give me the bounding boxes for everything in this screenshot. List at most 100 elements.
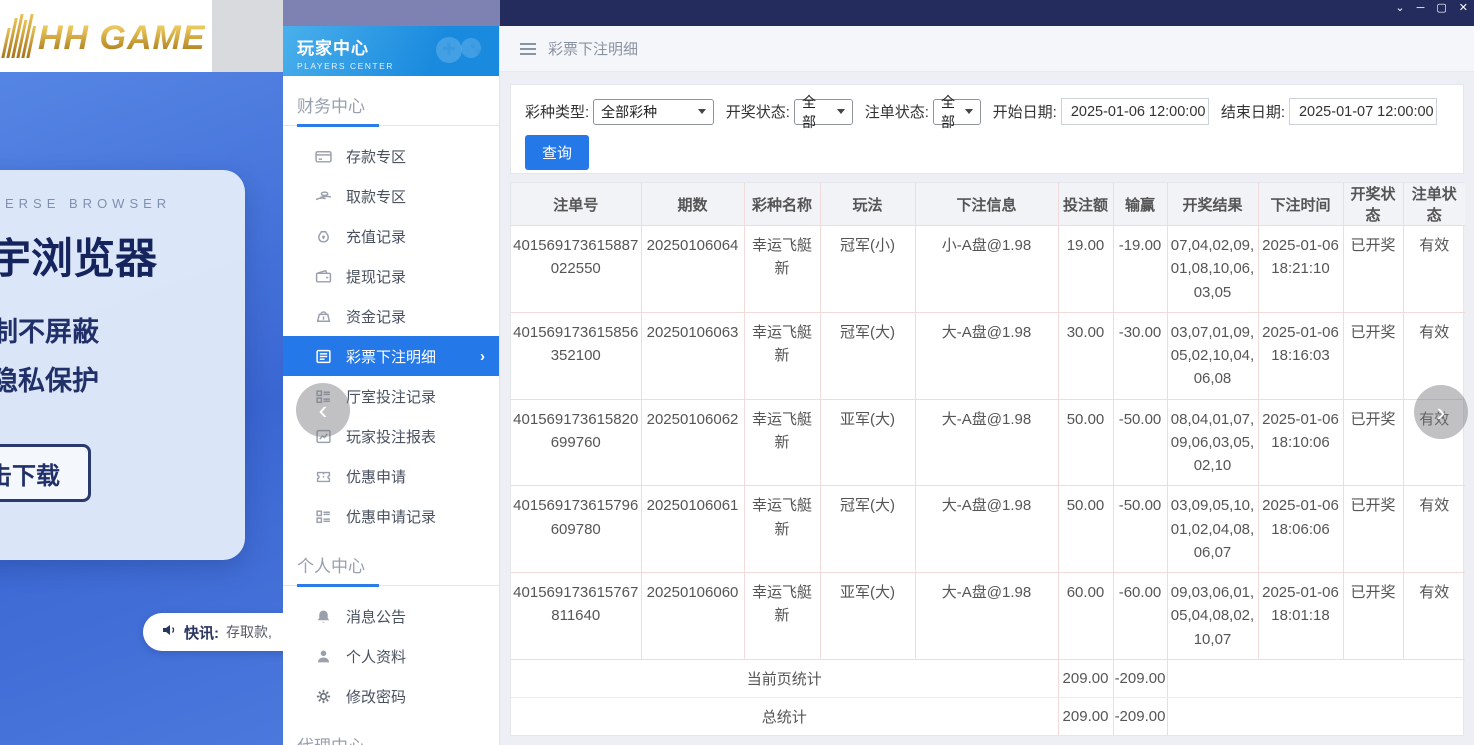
cell-bet-time: 2025-01-06 18:06:06 (1258, 486, 1343, 573)
lottery-type-select[interactable]: 全部彩种 (593, 99, 714, 125)
breadcrumb: 彩票下注明细 (500, 26, 1474, 72)
sidebar-item-fund-records[interactable]: 资金记录 (283, 296, 499, 336)
table-row: 401569173615767811640 20250106060 幸运飞艇新 … (511, 573, 1465, 660)
chevron-down-icon[interactable]: ⌄ (1395, 1, 1404, 15)
end-date-label: 结束日期: (1221, 101, 1285, 122)
sidebar-item-change-password[interactable]: 修改密码 (283, 676, 499, 716)
summary-bet-total: 209.00 (1058, 697, 1113, 735)
col-draw-status: 开奖状态 (1343, 183, 1403, 226)
cell-bet-amount: 50.00 (1058, 399, 1113, 486)
col-bet-info: 下注信息 (915, 183, 1058, 226)
cell-draw-status: 已开奖 (1343, 573, 1403, 660)
coupon-icon (315, 468, 332, 485)
col-lottery-name: 彩种名称 (744, 183, 820, 226)
start-date-input[interactable]: 2025-01-06 12:00:00 (1061, 98, 1209, 125)
section-personal-center: 个人中心 (283, 536, 499, 585)
sidebar-item-label: 优惠申请 (346, 466, 406, 487)
summary-empty (1167, 697, 1465, 735)
cell-draw-result: 09,03,06,01,05,04,08,02,10,07 (1167, 573, 1258, 660)
panel-prev-button[interactable]: ‹ (296, 383, 350, 437)
cell-draw-result: 08,04,01,07,09,06,03,05,02,10 (1167, 399, 1258, 486)
lottery-type-label: 彩种类型: (525, 101, 589, 122)
cell-bet-amount: 50.00 (1058, 486, 1113, 573)
promo-tagline: ERSE BROWSER (5, 196, 245, 211)
bets-table-card: 注单号 期数 彩种名称 玩法 下注信息 投注额 输赢 开奖结果 下注时间 开奖状… (510, 182, 1464, 736)
news-ticker: 快讯: 存取款, (143, 613, 283, 651)
cell-period: 20250106063 (641, 312, 744, 399)
sidebar-item-label: 玩家投注报表 (346, 426, 436, 447)
cell-play-type: 冠军(小) (820, 226, 915, 313)
sidebar-item-recharge-records[interactable]: 充值记录 (283, 216, 499, 256)
sidebar-item-withdraw-zone[interactable]: 取款专区 (283, 176, 499, 216)
query-button[interactable]: 查询 (525, 135, 589, 170)
table-row: 401569173615796609780 20250106061 幸运飞艇新 … (511, 486, 1465, 573)
download-button[interactable]: 击下载 (0, 444, 91, 502)
sidebar-item-label: 彩票下注明细 (346, 346, 436, 367)
sidebar-item-deposit-zone[interactable]: 存款专区 (283, 136, 499, 176)
section-agent-center: 代理中心 (283, 716, 499, 745)
sidebar-item-profile[interactable]: 个人资料 (283, 636, 499, 676)
checklist-icon (315, 508, 332, 525)
coin-purse-icon (315, 308, 332, 325)
cell-draw-status: 已开奖 (1343, 312, 1403, 399)
sidebar-item-message-announcements[interactable]: 消息公告 (283, 596, 499, 636)
promo-banner: ERSE BROWSER 宇浏览器 制不屏蔽 隐私保护 击下载 快讯: 存取款, (0, 72, 283, 745)
chevron-right-icon: › (480, 348, 485, 365)
cell-order-id: 401569173615856352100 (511, 312, 641, 399)
document-list-icon (315, 348, 332, 365)
sidebar-item-label: 优惠申请记录 (346, 506, 436, 527)
cell-draw-status: 已开奖 (1343, 226, 1403, 313)
cell-bet-time: 2025-01-06 18:01:18 (1258, 573, 1343, 660)
promo-line-1: 制不屏蔽 (0, 310, 245, 349)
summary-winloss-total: -209.00 (1113, 697, 1167, 735)
cell-bet-info: 大-A盘@1.98 (915, 312, 1058, 399)
sidebar-item-promo-apply[interactable]: 优惠申请 (283, 456, 499, 496)
bets-table: 注单号 期数 彩种名称 玩法 下注信息 投注额 输赢 开奖结果 下注时间 开奖状… (511, 183, 1465, 735)
sidebar-item-label: 资金记录 (346, 306, 406, 327)
summary-empty (1167, 659, 1465, 697)
current-page-summary-row: 当前页统计 209.00 -209.00 (511, 659, 1465, 697)
sidebar-item-lottery-bet-details[interactable]: 彩票下注明细 › (283, 336, 499, 376)
sidebar-item-withdraw-records[interactable]: 提现记录 (283, 256, 499, 296)
filter-panel: 彩种类型: 全部彩种 开奖状态: 全部 注单状态: 全部 开始日期: 2025-… (510, 84, 1464, 174)
logo-bar: HH GAME (0, 0, 212, 72)
ticker-label: 快讯: (184, 622, 219, 643)
hh-game-logo: HH GAME (6, 14, 206, 58)
end-date-input[interactable]: 2025-01-07 12:00:00 (1289, 98, 1437, 125)
caret-down-icon (965, 109, 973, 114)
draw-status-select[interactable]: 全部 (794, 99, 853, 125)
sidebar-item-promo-apply-records[interactable]: 优惠申请记录 (283, 496, 499, 536)
table-row: 401569173615820699760 20250106062 幸运飞艇新 … (511, 399, 1465, 486)
maximize-icon[interactable]: ▢ (1436, 1, 1446, 15)
cell-bet-info: 小-A盘@1.98 (915, 226, 1058, 313)
section-finance-center: 财务中心 (283, 76, 499, 125)
grand-total-summary-row: 总统计 209.00 -209.00 (511, 697, 1465, 735)
header-gap (212, 0, 283, 72)
titlebar: ⌄ ─ ▢ ✕ (283, 0, 1474, 26)
cell-lottery-name: 幸运飞艇新 (744, 573, 820, 660)
cell-lottery-name: 幸运飞艇新 (744, 226, 820, 313)
sidebar-item-label: 个人资料 (346, 646, 406, 667)
cell-period: 20250106061 (641, 486, 744, 573)
close-icon[interactable]: ✕ (1459, 1, 1468, 15)
cell-draw-status: 已开奖 (1343, 399, 1403, 486)
hand-money-icon (315, 188, 332, 205)
col-bet-amount: 投注额 (1058, 183, 1113, 226)
cell-draw-result: 07,04,02,09,01,08,10,06,03,05 (1167, 226, 1258, 313)
summary-label: 总统计 (511, 697, 1058, 735)
cell-play-type: 冠军(大) (820, 312, 915, 399)
menu-icon[interactable] (520, 43, 536, 55)
cell-period: 20250106064 (641, 226, 744, 313)
sidebar-item-label: 消息公告 (346, 606, 406, 627)
background-page: HH GAME ERSE BROWSER 宇浏览器 制不屏蔽 隐私保护 击下载 … (0, 0, 283, 745)
panel-next-button[interactable]: › (1414, 385, 1468, 439)
page-title: 彩票下注明细 (548, 38, 638, 59)
cell-order-id: 401569173615820699760 (511, 399, 641, 486)
main-content: 彩票下注明细 彩种类型: 全部彩种 开奖状态: 全部 注单状态: 全部 开始日期… (500, 26, 1474, 745)
cell-period: 20250106062 (641, 399, 744, 486)
minimize-icon[interactable]: ─ (1417, 1, 1425, 15)
cell-play-type: 冠军(大) (820, 486, 915, 573)
order-status-select[interactable]: 全部 (933, 99, 981, 125)
sidebar-item-label: 存款专区 (346, 146, 406, 167)
cell-lottery-name: 幸运飞艇新 (744, 399, 820, 486)
